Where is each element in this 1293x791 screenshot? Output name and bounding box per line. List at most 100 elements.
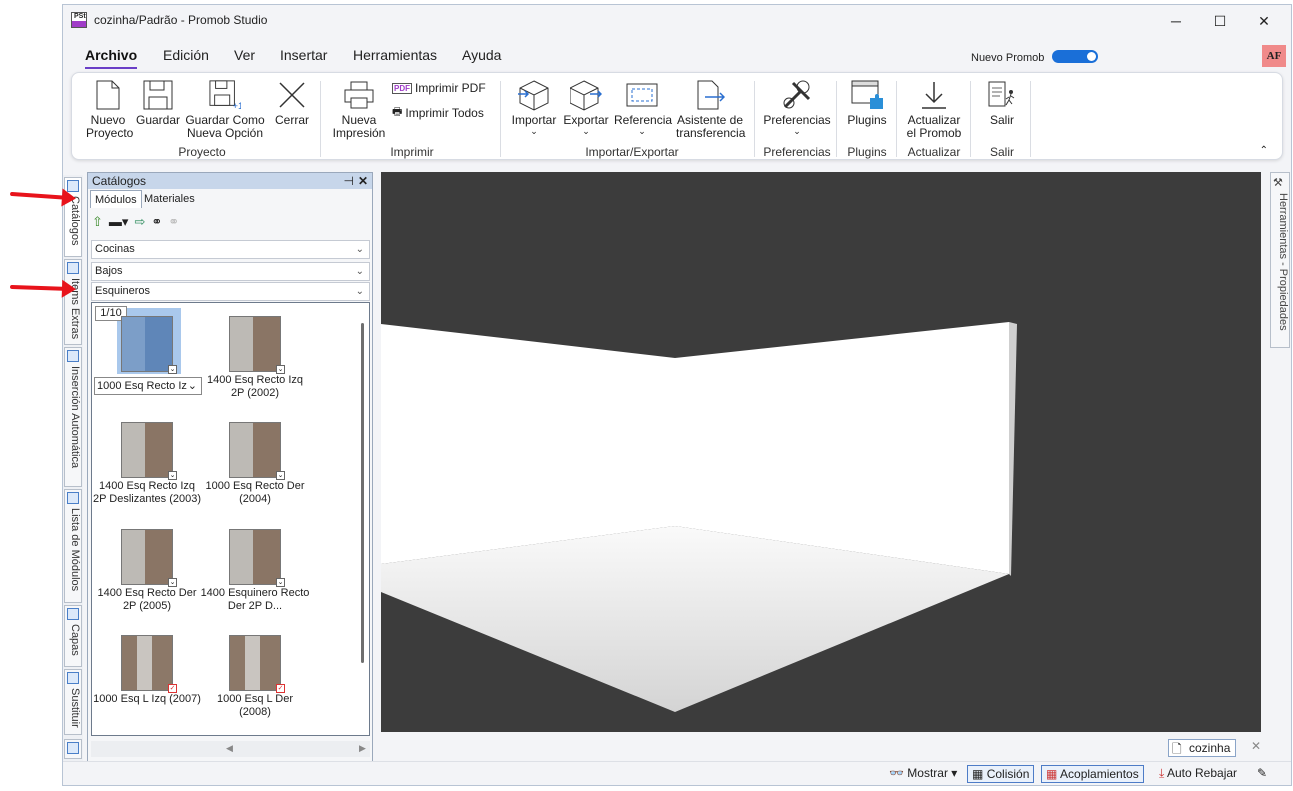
imprimir-todos-button[interactable]: 🖶 Imprimir Todos — [392, 103, 484, 122]
nueva-impresion-button[interactable]: Nueva Impresión — [330, 79, 388, 140]
room-render — [381, 322, 1017, 712]
tab-modulos[interactable]: Módulos — [90, 190, 142, 208]
menu-insertar[interactable]: Insertar — [280, 47, 327, 63]
maximize-icon[interactable]: ☐ — [1197, 9, 1243, 33]
module-item[interactable]: ⌄ 1400 Esq Recto Izq 2P (2002) — [200, 310, 310, 400]
tree-icon[interactable]: ⇧ — [92, 214, 103, 230]
tab-lista-modulos[interactable]: Lista de Módulos — [64, 489, 82, 603]
reference-icon — [626, 79, 658, 111]
referencia-button[interactable]: Referencia ⌄ — [614, 79, 672, 136]
collapse-ribbon-icon[interactable]: ⌃ — [1260, 145, 1268, 156]
cabinet-thumbnail — [121, 529, 173, 585]
nuevo-promob-toggle[interactable] — [1052, 50, 1098, 63]
imprimir-pdf-button[interactable]: PDF Imprimir PDF — [392, 81, 486, 95]
importar-button[interactable]: Importar ⌄ — [510, 79, 558, 136]
tab-materiales[interactable]: Materiales — [140, 190, 199, 208]
category-combo[interactable]: Cocinas ⌄ — [91, 240, 370, 259]
insert-icon[interactable]: ⇨ — [134, 214, 145, 230]
close-panel-icon[interactable]: ✕ — [358, 173, 368, 189]
import-cube-icon — [518, 79, 550, 111]
tab-capas[interactable]: Capas — [64, 605, 82, 667]
module-item[interactable]: ⌄ 1400 Esq Recto Der 2P (2005) — [92, 523, 202, 613]
active-menu-underline — [85, 67, 137, 69]
preferencias-button[interactable]: Preferencias ⌄ — [762, 79, 832, 136]
cerrar-button[interactable]: Cerrar — [272, 79, 312, 127]
glasses-icon: 👓 — [889, 766, 904, 780]
guardar-como-button[interactable]: +1 Guardar Como Nueva Opción — [184, 79, 266, 140]
check-icon: ✓ — [276, 684, 285, 693]
tools-icon — [781, 79, 813, 111]
menu-edicion[interactable]: Edición — [163, 47, 209, 63]
cabinet-thumbnail — [229, 422, 281, 478]
tab-items-extras[interactable]: Items Extras — [64, 259, 82, 345]
asistente-transferencia-button[interactable]: Asistente de transferencia — [676, 79, 745, 140]
replace-icon — [67, 672, 79, 684]
horizontal-scrollbar[interactable]: ◀ ▶ — [91, 741, 370, 757]
nuevo-proyecto-button[interactable]: Nuevo Proyecto — [86, 79, 133, 140]
vertical-scrollbar[interactable] — [361, 323, 364, 663]
status-bar: 👓 Mostrar ▾ ▦ Colisión ▦ Acoplamientos ⤓… — [63, 761, 1291, 785]
module-item[interactable]: ⌄ 1400 Esquinero Recto Der 2P D... — [200, 523, 310, 613]
menu-ayuda[interactable]: Ayuda — [462, 47, 501, 63]
module-item[interactable]: ⌄ 1400 Esq Recto Izq 2P Deslizantes (200… — [92, 416, 202, 506]
ruler-icon[interactable]: ✎ — [1253, 765, 1271, 783]
cabinet-thumbnail — [229, 635, 281, 691]
download-arrow-icon — [918, 79, 950, 111]
user-avatar[interactable]: AF — [1262, 45, 1286, 67]
catalog-panel-title: Catálogos ⊣ ✕ — [88, 173, 372, 189]
module-item[interactable]: ⌄ 1000 Esq Recto Iz ⌄ — [92, 310, 202, 395]
expand-icon: ⌄ — [276, 365, 285, 374]
plugin-puzzle-icon — [851, 79, 883, 111]
module-item[interactable]: ✓ 1000 Esq L Der (2008) — [200, 629, 310, 719]
actualizar-promob-button[interactable]: Actualizar el Promob — [902, 79, 966, 140]
minimize-icon[interactable]: ─ — [1153, 9, 1199, 33]
group-preferencias-label: Preferencias — [763, 145, 831, 159]
menu-herramientas[interactable]: Herramientas — [353, 47, 437, 63]
chevron-down-icon: ⌄ — [355, 286, 364, 297]
3d-viewport[interactable] — [381, 172, 1261, 732]
colision-toggle[interactable]: ▦ Colisión — [967, 765, 1035, 783]
group-salir-label: Salir — [989, 145, 1014, 159]
scroll-right-icon: ▶ — [359, 743, 366, 753]
expand-icon: ⌄ — [276, 471, 285, 480]
type-combo[interactable]: Esquineros ⌄ — [91, 282, 370, 301]
variant-select[interactable]: 1000 Esq Recto Iz ⌄ — [94, 377, 202, 395]
tab-extra[interactable] — [64, 739, 82, 759]
auto-rebajar-toggle[interactable]: ⤓ Auto Rebajar — [1155, 765, 1241, 783]
subcategory-combo[interactable]: Bajos ⌄ — [91, 262, 370, 281]
document-tabs-bar: 🗋 cozinha ✕ — [381, 735, 1261, 759]
measure-icon[interactable]: ▬▾ — [109, 214, 129, 230]
list-icon — [67, 492, 79, 504]
exportar-button[interactable]: Exportar ⌄ — [562, 79, 610, 136]
guardar-button[interactable]: Guardar — [136, 79, 180, 127]
plugins-button[interactable]: Plugins — [842, 79, 892, 127]
tab-herramientas-propiedades[interactable]: ⚒ Herramientas - Propiedades — [1270, 172, 1290, 348]
puzzle-icon — [67, 742, 79, 754]
doc-tab-cozinha[interactable]: 🗋 cozinha — [1168, 739, 1236, 757]
binoculars-disabled-icon: ⚭ — [168, 214, 180, 229]
expand-icon: ⌄ — [276, 578, 285, 587]
tab-sustituir[interactable]: Sustituir — [64, 669, 82, 735]
group-separator — [754, 81, 755, 157]
module-item[interactable]: ✓ 1000 Esq L Izq (2007) — [92, 629, 202, 706]
tab-insercion-automatica[interactable]: Inserción Automática — [64, 347, 82, 487]
close-icon[interactable]: ✕ — [1241, 9, 1287, 33]
menu-bar: Archivo Edición Ver Insertar Herramienta… — [63, 43, 1291, 71]
binoculars-icon[interactable]: ⚭ — [151, 214, 162, 230]
red-annotation-arrow — [9, 279, 77, 299]
mostrar-dropdown[interactable]: 👓 Mostrar ▾ — [885, 765, 961, 783]
menu-archivo[interactable]: Archivo — [85, 47, 137, 63]
menu-ver[interactable]: Ver — [234, 47, 255, 63]
module-item[interactable]: ⌄ 1000 Esq Recto Der (2004) — [200, 416, 310, 506]
acoplamientos-toggle[interactable]: ▦ Acoplamientos — [1041, 765, 1144, 783]
salir-button[interactable]: Salir — [982, 79, 1022, 127]
pin-icon[interactable]: ⊣ — [344, 173, 354, 189]
group-imprimir-label: Imprimir — [390, 145, 434, 159]
promob-app-icon: PSt — [71, 12, 87, 28]
paperclip-icon — [67, 262, 79, 274]
group-importar-label: Importar/Exportar — [585, 145, 679, 159]
cabinet-thumbnail — [121, 635, 173, 691]
close-doc-icon[interactable]: ✕ — [1251, 739, 1261, 753]
document-icon: 🗋 — [1172, 742, 1182, 756]
transfer-icon — [694, 79, 726, 111]
